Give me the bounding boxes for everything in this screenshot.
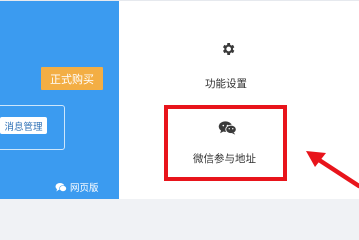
message-management-button[interactable]: 消息管理 xyxy=(0,117,47,134)
chat-bubble-icon xyxy=(55,182,67,192)
bottom-strip xyxy=(0,199,359,210)
settings-tile-label[interactable]: 功能设置 xyxy=(205,76,247,91)
purchase-button[interactable]: 正式购买 xyxy=(41,67,103,90)
top-divider xyxy=(0,0,359,1)
web-version-link[interactable]: 网页版 xyxy=(55,180,99,194)
web-version-label: 网页版 xyxy=(70,183,99,194)
account-panel: 正式购买 消息管理 网页版 xyxy=(0,0,119,199)
app-page: 正式购买 消息管理 网页版 功能设置 微信参与地址 xyxy=(0,0,359,210)
gear-icon[interactable] xyxy=(220,41,236,57)
arrow-icon xyxy=(306,151,359,189)
highlight-box xyxy=(164,105,287,181)
